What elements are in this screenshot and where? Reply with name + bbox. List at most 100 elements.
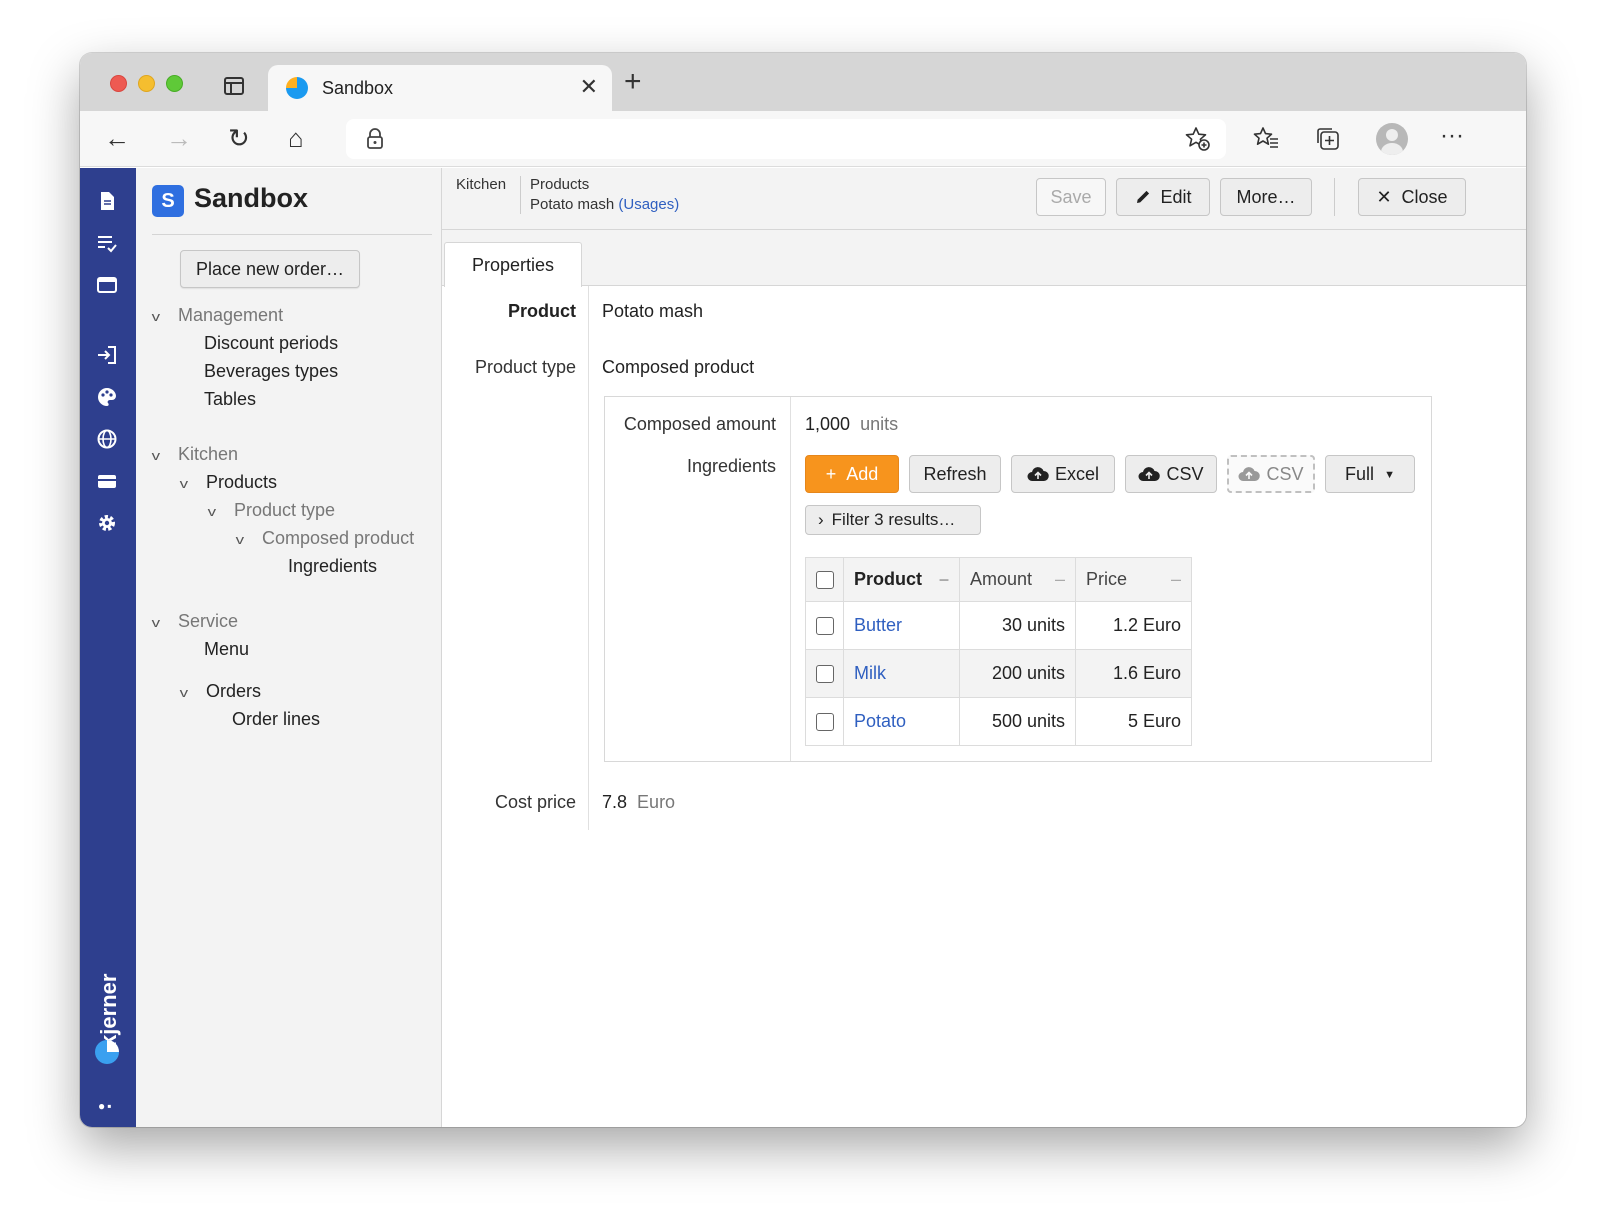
row-checkbox[interactable]: [815, 665, 834, 684]
nav-composed-product[interactable]: v Composed product: [236, 528, 414, 549]
nav-menu[interactable]: Menu: [204, 639, 249, 660]
nav-orders[interactable]: v Orders: [180, 681, 261, 702]
tab-actions-icon[interactable]: [224, 77, 244, 95]
view-mode-dropdown[interactable]: Full ▼: [1325, 455, 1415, 493]
pencil-icon: [1137, 190, 1150, 203]
product-type-label: Product type: [474, 357, 576, 377]
refresh-button[interactable]: Refresh: [909, 455, 1001, 493]
cloud-upload-icon: [1138, 466, 1161, 481]
nav-order-lines[interactable]: Order lines: [232, 709, 320, 730]
product-link[interactable]: Potato: [854, 711, 906, 731]
profile-avatar[interactable]: [1376, 123, 1408, 155]
home-icon[interactable]: ⌂: [288, 123, 304, 153]
edit-button[interactable]: Edit: [1116, 178, 1210, 216]
column-header-product[interactable]: Product –: [843, 557, 960, 602]
chevron-down-icon[interactable]: v: [180, 476, 201, 491]
window-icon[interactable]: [96, 274, 118, 296]
composed-product-panel: Composed amount 1,000 units Ingredients …: [604, 396, 1432, 762]
export-excel-button[interactable]: Excel: [1011, 455, 1115, 493]
column-menu-icon[interactable]: –: [939, 569, 949, 590]
nav-service[interactable]: v Service: [152, 611, 238, 632]
column-menu-icon[interactable]: –: [1055, 569, 1065, 590]
cost-price-label: Cost price: [494, 792, 576, 812]
column-menu-icon[interactable]: –: [1171, 569, 1181, 590]
add-favorite-icon[interactable]: [1184, 125, 1212, 153]
row-checkbox[interactable]: [815, 617, 834, 636]
product-link[interactable]: Butter: [854, 615, 902, 635]
column-header-price[interactable]: Price –: [1075, 557, 1192, 602]
table-row[interactable]: Potato 500 units 5 Euro: [805, 697, 1192, 746]
document-icon[interactable]: [96, 190, 118, 212]
list-check-icon[interactable]: [96, 232, 118, 254]
collections-icon[interactable]: [1314, 125, 1342, 153]
nav-beverages-types[interactable]: Beverages types: [204, 361, 338, 382]
row-select-cell: [805, 601, 844, 650]
maximize-window-button[interactable]: [166, 75, 183, 92]
ingredients-table: Product – Amount – Price – Butter 30 units …: [805, 557, 1192, 746]
product-link[interactable]: Milk: [854, 663, 886, 683]
chevron-down-icon[interactable]: v: [152, 615, 173, 630]
column-header-amount[interactable]: Amount –: [959, 557, 1076, 602]
close-window-button[interactable]: [110, 75, 127, 92]
chevron-down-icon[interactable]: v: [152, 448, 173, 463]
card-icon[interactable]: [96, 470, 118, 492]
chevron-down-icon[interactable]: v: [152, 309, 173, 324]
browser-tab[interactable]: Sandbox ✕: [268, 65, 612, 111]
usages-link[interactable]: (Usages): [618, 196, 679, 213]
minimize-window-button[interactable]: [138, 75, 155, 92]
more-icon[interactable]: ···: [1440, 121, 1464, 151]
breadcrumb-products[interactable]: Products: [530, 176, 589, 193]
table-row[interactable]: Butter 30 units 1.2 Euro: [805, 601, 1192, 650]
add-button[interactable]: + Add: [805, 455, 899, 493]
tab-strip: Properties: [442, 230, 1526, 287]
header-divider: [1334, 178, 1335, 216]
row-checkbox[interactable]: [815, 713, 834, 732]
lock-icon[interactable]: [366, 128, 384, 150]
filter-toggle[interactable]: › Filter 3 results…: [805, 505, 981, 535]
nav-kitchen[interactable]: v Kitchen: [152, 444, 238, 465]
more-button[interactable]: More…: [1220, 178, 1312, 216]
tab-properties[interactable]: Properties: [444, 242, 582, 287]
chevron-down-icon[interactable]: v: [236, 532, 257, 547]
export-csv-dashed-button[interactable]: CSV: [1227, 455, 1315, 493]
nav-product-type[interactable]: v Product type: [208, 500, 335, 521]
row-select-cell: [805, 697, 844, 746]
palette-icon[interactable]: [96, 386, 118, 408]
divider: [152, 234, 432, 235]
save-button[interactable]: Save: [1036, 178, 1106, 216]
nav-tables[interactable]: Tables: [204, 389, 256, 410]
back-icon[interactable]: ←: [104, 123, 130, 153]
place-new-order-button[interactable]: Place new order…: [180, 250, 360, 288]
gear-icon[interactable]: [96, 512, 118, 534]
globe-icon[interactable]: [96, 428, 118, 450]
nav-products[interactable]: v Products: [180, 472, 277, 493]
export-csv-button[interactable]: CSV: [1125, 455, 1217, 493]
kjerner-mark-icon: [95, 1040, 119, 1064]
row-select-cell: [805, 649, 844, 698]
nav-management[interactable]: v Management: [152, 305, 283, 326]
close-button[interactable]: ✕ Close: [1358, 178, 1466, 216]
breadcrumb-kitchen[interactable]: Kitchen: [456, 176, 506, 193]
new-tab-button[interactable]: +: [624, 67, 642, 97]
form-divider: [588, 286, 589, 830]
product-label: Product: [507, 301, 576, 321]
chevron-down-icon[interactable]: v: [208, 504, 229, 519]
ingredients-label: Ingredients: [686, 456, 776, 476]
forward-icon[interactable]: →: [166, 123, 192, 153]
left-rail: kjerner ●▪: [80, 168, 136, 1127]
nav-ingredients[interactable]: Ingredients: [288, 556, 377, 577]
login-icon[interactable]: [96, 344, 118, 366]
favorites-icon[interactable]: [1252, 125, 1280, 153]
browser-toolbar: ← → ↻ ⌂ ···: [80, 111, 1526, 167]
nav-discount-periods[interactable]: Discount periods: [204, 333, 338, 354]
chevron-down-icon[interactable]: v: [180, 685, 201, 700]
address-bar[interactable]: [346, 119, 1226, 159]
plus-icon: +: [825, 463, 837, 484]
tab-close-icon[interactable]: ✕: [580, 76, 598, 98]
select-all-checkbox[interactable]: [815, 571, 834, 590]
record-header: Kitchen Products Potato mash (Usages) Sa…: [442, 168, 1526, 230]
cloud-upload-icon: [1238, 466, 1261, 481]
reload-icon[interactable]: ↻: [228, 123, 250, 153]
rail-dots-icon[interactable]: ●▪: [98, 1099, 114, 1113]
table-row[interactable]: Milk 200 units 1.6 Euro: [805, 649, 1192, 698]
